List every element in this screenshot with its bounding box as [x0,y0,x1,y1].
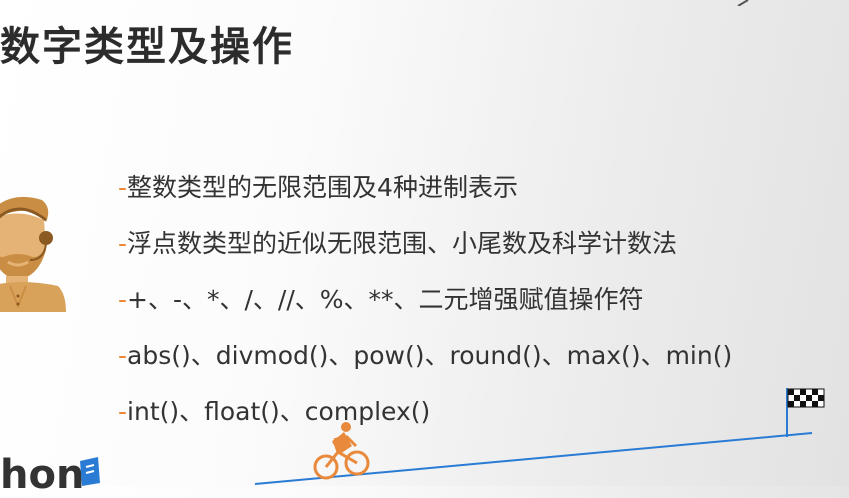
bullet-text: abs()、divmod()、pow()、round()、max()、min() [127,341,733,370]
python-logo-text: hon [0,452,85,498]
bullet-list: -整数类型的无限范围及4种进制表示 -浮点数类型的近似无限范围、小尾数及科学计数… [118,168,732,448]
bullet-marker: - [118,173,128,202]
logo-mark-icon [80,457,100,486]
bullet-text: 浮点数类型的近似无限范围、小尾数及科学计数法 [127,229,678,258]
bullet-text: +、-、*、/、//、%、**、二元增强赋值操作符 [127,285,644,314]
bullet-marker: - [118,397,128,426]
bullet-item: -int()、float()、complex() [118,392,732,448]
person-headset-icon [0,197,66,312]
bullet-marker: - [118,229,128,258]
slide-title: 数字类型及操作 [0,24,294,70]
bullet-marker: - [118,285,128,314]
bullet-item: -浮点数类型的近似无限范围、小尾数及科学计数法 [118,224,732,280]
bullet-text: 整数类型的无限范围及4种进制表示 [127,173,518,202]
checkered-flag-icon [786,388,825,437]
bullet-item: -abs()、divmod()、pow()、round()、max()、min(… [118,336,732,392]
cursor-mark [737,0,749,6]
bullet-marker: - [118,341,128,370]
bullet-item: -+、-、*、/、//、%、**、二元增强赋值操作符 [118,280,732,336]
bullet-item: -整数类型的无限范围及4种进制表示 [118,168,732,224]
bullet-text: int()、float()、complex() [127,397,431,426]
